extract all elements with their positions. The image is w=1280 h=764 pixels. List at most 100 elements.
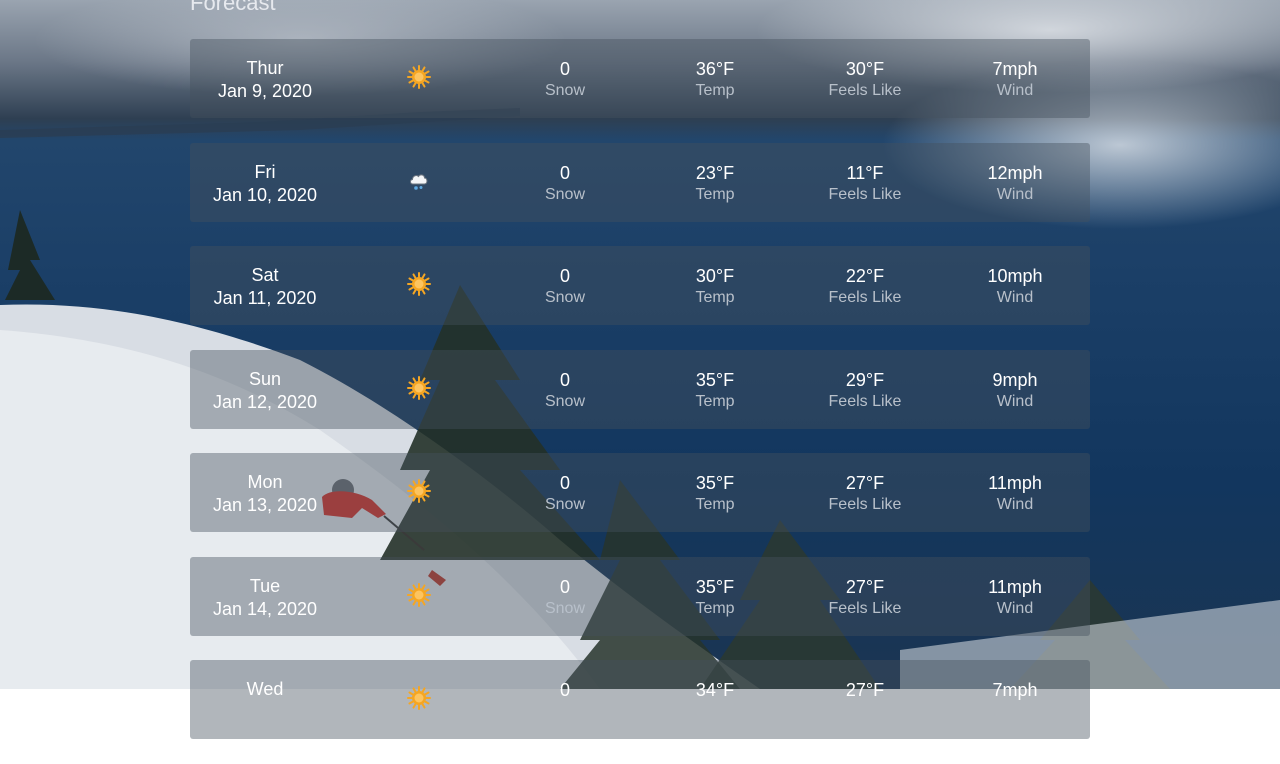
feels-like-metric: 27°F [790, 660, 940, 739]
date-cell: Thur Jan 9, 2020 [190, 39, 340, 118]
forecast-list: Thur Jan 9, 2020 0 Snow 36°F Temp 30°F F… [190, 39, 1090, 764]
wind-label: Wind [996, 289, 1034, 306]
forecast-row: Fri Jan 10, 2020 0 Snow 23°F Temp 11°F F… [190, 142, 1090, 222]
wind-label: Wind [996, 185, 1034, 203]
weather-icon-cell [395, 246, 431, 325]
wind-value: 11mph [988, 473, 1042, 493]
feels-like-value: 27°F [845, 473, 885, 493]
sun-icon [407, 272, 431, 296]
day-name: Sat [251, 265, 279, 285]
snow-label: Snow [544, 392, 586, 410]
feels-like-value: 11°F [846, 162, 884, 183]
feels-like-value: 30°F [845, 59, 885, 79]
date-cell: Fri Jan 10, 2020 [190, 143, 340, 222]
wind-value: 12mph [987, 162, 1043, 183]
snow-label: Snow [544, 185, 586, 203]
temp-metric: 34°F [640, 660, 790, 739]
temp-metric: 35°F Temp [640, 453, 790, 532]
weather-icon-cell [395, 453, 431, 532]
snow-value: 0 [559, 473, 570, 493]
wind-label: Wind [996, 82, 1034, 99]
day-name: Tue [249, 575, 281, 596]
date-text: Jan 9, 2020 [217, 81, 313, 101]
feels-like-label: Feels Like [828, 289, 902, 306]
date-text: Jan 13, 2020 [212, 495, 318, 515]
wind-metric: 10mph Wind [940, 246, 1090, 325]
temp-label: Temp [695, 289, 735, 306]
temp-value: 35°F [695, 576, 735, 597]
weather-icon-cell [395, 350, 431, 429]
date-cell: Mon Jan 13, 2020 [190, 453, 340, 532]
wind-value: 11mph [988, 576, 1042, 597]
forecast-row: Sat Jan 11, 2020 0 Snow 30°F Temp 22°F F… [190, 246, 1090, 325]
temp-metric: 30°F Temp [640, 246, 790, 325]
temp-value: 35°F [695, 369, 735, 390]
snow-value: 0 [559, 680, 570, 700]
sun-icon [407, 686, 431, 710]
wind-label: Wind [996, 392, 1034, 410]
forecast-row: Wed 0 34°F 27°F 7mph [190, 660, 1090, 739]
sun-icon [407, 582, 431, 607]
wind-metric: 7mph [940, 660, 1090, 739]
snow-label: Snow [544, 496, 586, 513]
snow-label: Snow [544, 599, 586, 617]
day-name: Sun [248, 368, 282, 389]
wind-value: 9mph [992, 369, 1038, 390]
sun-icon [407, 479, 431, 503]
date-cell: Sun Jan 12, 2020 [190, 350, 340, 429]
snow-value: 0 [559, 266, 570, 286]
temp-metric: 35°F Temp [640, 557, 790, 636]
date-cell: Sat Jan 11, 2020 [190, 246, 340, 325]
feels-like-metric: 29°F Feels Like [790, 350, 940, 429]
feels-like-label: Feels Like [828, 496, 902, 513]
forecast-row: Thur Jan 9, 2020 0 Snow 36°F Temp 30°F F… [190, 39, 1090, 118]
temp-value: 35°F [695, 473, 735, 493]
weather-icon-cell [395, 39, 431, 118]
snow-metric: 0 Snow [490, 557, 640, 636]
day-name: Wed [246, 679, 284, 699]
snow-metric: 0 Snow [490, 246, 640, 325]
temp-label: Temp [695, 496, 735, 513]
temp-label: Temp [695, 599, 735, 617]
feels-like-value: 29°F [845, 369, 885, 390]
temp-value: 30°F [695, 266, 735, 286]
day-name: Thur [246, 58, 284, 78]
temp-value: 23°F [695, 162, 735, 183]
wind-label: Wind [996, 496, 1034, 513]
date-text: Jan 10, 2020 [212, 184, 318, 205]
temp-metric: 36°F Temp [640, 39, 790, 118]
weather-icon-cell [395, 143, 431, 222]
forecast-row: Tue Jan 14, 2020 0 Snow 35°F Temp 27°F F… [190, 556, 1090, 636]
temp-metric: 35°F Temp [640, 350, 790, 429]
sun-icon [407, 65, 431, 89]
temp-label: Temp [695, 392, 735, 410]
snow-value: 0 [559, 59, 570, 79]
snow-value: 0 [559, 369, 570, 390]
temp-metric: 23°F Temp [640, 143, 790, 222]
feels-like-value: 22°F [845, 266, 885, 286]
feels-like-metric: 27°F Feels Like [790, 453, 940, 532]
wind-value: 10mph [987, 266, 1043, 286]
weather-icon-cell [395, 660, 431, 739]
day-name: Fri [254, 161, 276, 182]
snow-value: 0 [559, 576, 570, 597]
feels-like-label: Feels Like [828, 392, 902, 410]
snow-metric: 0 Snow [490, 143, 640, 222]
wind-metric: 9mph Wind [940, 350, 1090, 429]
temp-value: 36°F [695, 59, 735, 79]
feels-like-label: Feels Like [828, 185, 902, 203]
wind-metric: 11mph Wind [940, 453, 1090, 532]
feels-like-metric: 27°F Feels Like [790, 557, 940, 636]
feels-like-label: Feels Like [828, 82, 902, 99]
date-text: Jan 11, 2020 [213, 288, 317, 308]
wind-metric: 12mph Wind [940, 143, 1090, 222]
wind-label: Wind [996, 599, 1034, 617]
date-cell: Wed [190, 660, 340, 739]
snow-label: Snow [544, 82, 586, 99]
snow-metric: 0 Snow [490, 453, 640, 532]
feels-like-value: 27°F [845, 576, 885, 597]
date-text: Jan 12, 2020 [212, 391, 318, 412]
date-cell: Tue Jan 14, 2020 [190, 557, 340, 636]
wind-metric: 7mph Wind [940, 39, 1090, 118]
page-title: Forecast [190, 0, 276, 15]
